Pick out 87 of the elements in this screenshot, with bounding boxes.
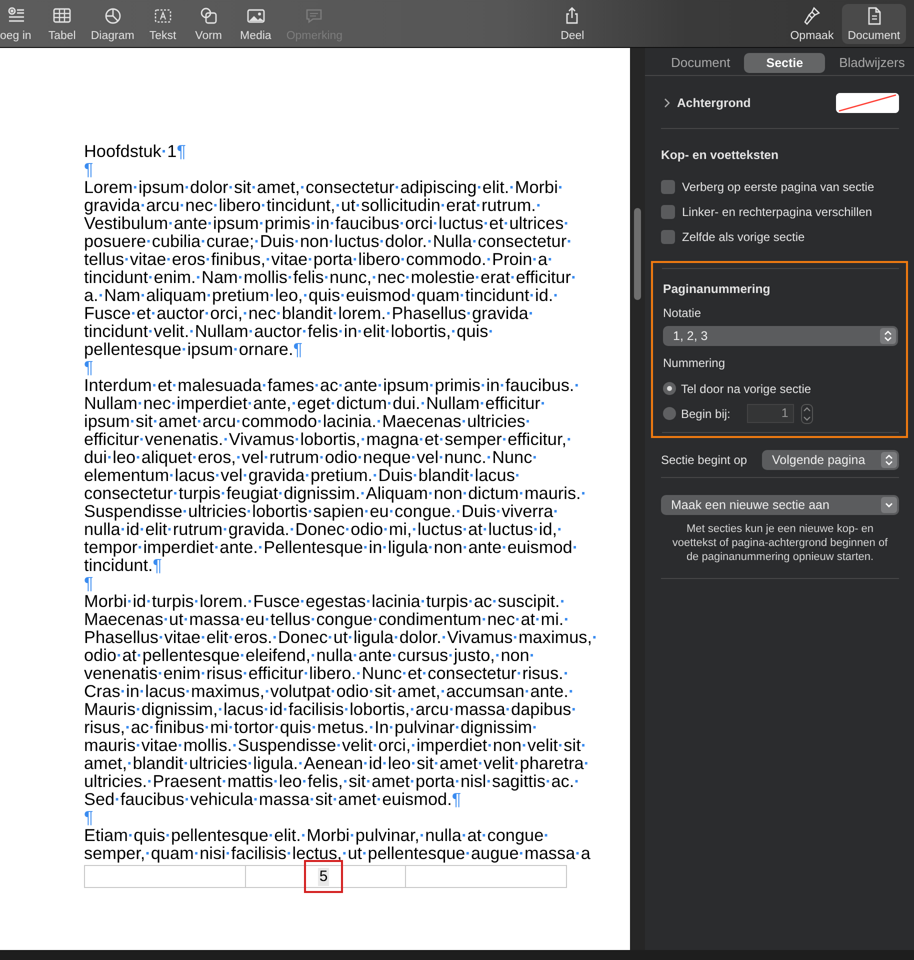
- toolbar-button[interactable]: Media: [240, 0, 272, 47]
- text-line: Suspendisse·ultricies·lobortis·sapien·eu·congue.·Duis·viverra·: [84, 502, 560, 520]
- radio-label: Tel door na vorige sectie: [681, 382, 812, 396]
- text-line: tincidunt·enim.·Nam·mollis·felis·nunc,·nec·molestie·erat·efficitur·: [84, 268, 578, 286]
- pie-chart-icon: [102, 6, 123, 26]
- text-line: risus,·ac·finibus·mi·tortor·quis·metus.·In·pulvinar·dignissim·: [84, 718, 538, 736]
- radio-button[interactable]: [663, 407, 676, 420]
- radio-button[interactable]: [663, 382, 676, 395]
- popup-value: Volgende pagina: [772, 453, 866, 467]
- text-line: ultricies.·Praesent·mattis·leo·felis,·sit·amet·porta·nisl·sagittis·ac.·: [84, 772, 580, 790]
- stepper-icon: [880, 328, 896, 344]
- text-line: pellentesque·ipsum·ornare.¶: [84, 340, 304, 358]
- text-line: semper,·quam·nisi·facilisis·lectus,·ut·pellentesque·augue·massa·a: [84, 844, 592, 862]
- text-line: Nullam·nec·imperdiet·ante,·eget·dictum·dui.·Nullam·efficitur·: [84, 394, 548, 412]
- scrollbar-thumb[interactable]: [634, 208, 641, 300]
- toolbar-button[interactable]: Document: [842, 4, 906, 44]
- toolbar-button[interactable]: Tabel: [48, 0, 76, 47]
- text-line: Mauris·dignissim,·lacus·id·facilisis·lobortis,·arcu·massa·dapibus·: [84, 700, 578, 718]
- text-line: odio·at·pellentesque·eleifend,·nulla·ante·cursus·justo,·non·: [84, 646, 536, 664]
- popup-value: 1, 2, 3: [673, 329, 708, 343]
- field-label: Notatie: [663, 306, 702, 320]
- checkbox-label: Zelfde als vorige sectie: [682, 230, 805, 244]
- checkbox[interactable]: [661, 230, 675, 244]
- text-line: Phasellus·vitae·elit·eros.·Donec·ut·ligula·dolor.·Vivamus·maximus,·: [84, 628, 599, 646]
- text-line: venenatis·enim·risus·efficitur·libero.·Nunc·et·consectetur·risus.·: [84, 664, 570, 682]
- stepper-icon: [881, 452, 897, 468]
- text-line: dui·leo·aliquet·eros,·vel·rutrum·odio·neque·vel·nunc.·Nunc·: [84, 448, 538, 466]
- text-line: ¶: [84, 808, 94, 826]
- help-text: Met secties kun je een nieuwe kop- en voettekst of pagina-achtergrond beginnen of de paginanummering opnieuw starten.: [671, 522, 889, 564]
- text-line: amet,·blandit·ultricies·ligula.·Aenean·id·leo·sit·amet·velit·pharetra·: [84, 754, 591, 772]
- toolbar-button[interactable]: Tekst: [149, 0, 176, 47]
- toolbar-button[interactable]: Diagram: [90, 0, 134, 47]
- text-line: efficitur·venenatis.·Vivamus·lobortis,·magna·et·semper·efficitur,·: [84, 430, 574, 448]
- text-line: Morbi·id·turpis·lorem.·Fusce·egestas·lacinia·turpis·ac·suscipit.·: [84, 592, 567, 610]
- toolbar-button[interactable]: oeg in: [0, 0, 32, 47]
- popup-value: Maak een nieuwe sectie aan: [671, 498, 830, 512]
- section-title: Paginanummering: [663, 282, 772, 296]
- inspector-tab[interactable]: Bladwijzers: [825, 53, 914, 72]
- stepper-icon[interactable]: [801, 404, 814, 424]
- checkbox[interactable]: [661, 204, 675, 218]
- checkbox[interactable]: [661, 180, 675, 194]
- text-line: ¶: [84, 358, 94, 376]
- field-label: Nummering: [663, 356, 726, 370]
- section-start-popup[interactable]: Volgende pagina: [762, 450, 899, 470]
- section-title: Kop- en voetteksten: [661, 148, 780, 162]
- text-line: posuere·cubilia·curae;·Duis·non·luctus·dolor.·Nulla·consectetur·: [84, 232, 574, 250]
- text-line: mauris·vitae·mollis.·Suspendisse·velit·orci,·imperdiet·non·velit·sit·: [84, 736, 588, 754]
- text-line: Cras·in·lacus·maximus,·volutpat·odio·sit·amet,·accumsan·ante.·: [84, 682, 576, 700]
- no-fill-swatch[interactable]: [836, 93, 899, 113]
- text-line: consectetur·turpis·feugiat·dignissim.·Aliquam·non·dictum·mauris.·: [84, 484, 588, 502]
- format-popup[interactable]: 1, 2, 3: [663, 326, 898, 346]
- checkbox-label: Verberg op eerste pagina van sectie: [682, 180, 874, 194]
- text-line: a.·Nam·aliquam·pretium·leo,·quis·euismod·quam·tincidunt·id.·: [84, 286, 560, 304]
- text-line: Etiam·quis·pellentesque·elit.·Morbi·pulvinar,·nulla·at·congue·: [84, 826, 550, 844]
- chevron-down-icon: [881, 497, 897, 513]
- text-line: elementum·lacus·vel·gravida·pretium.·Duis·blandit·lacus·: [84, 466, 522, 484]
- checkbox-label: Linker- en rechterpagina verschillen: [682, 204, 872, 218]
- text-line: Sed·faucibus·vehicula·massa·sit·amet·euismod.¶: [84, 790, 462, 808]
- text-line: Vestibulum·ante·ipsum·primis·in·faucibus·orci·luctus·et·ultrices·: [84, 214, 570, 232]
- toolbar-button[interactable]: Vorm: [195, 0, 222, 47]
- radio-label: Begin bij:: [681, 406, 730, 420]
- page-number: 5: [318, 868, 329, 886]
- text-line: Fusce·et·auctor·orci,·nec·blandit·lorem.·Phasellus·gravida·: [84, 304, 536, 322]
- text-line: Interdum·et·malesuada·fames·ac·ante·ipsum·primis·in·faucibus.·: [84, 376, 581, 394]
- text-line: ipsum·sit·amet·arcu·commodo·lacinia.·Maecenas·ultricies·: [84, 412, 532, 430]
- text-line: tellus·vitae·eros·finibus,·vitae·porta·libero·commodo.·Proin·a·: [84, 250, 554, 268]
- toolbar-button[interactable]: Opmaak: [790, 0, 834, 47]
- text-line: nulla·id·elit·rutrum·gravida.·Donec·odio·mi,·luctus·at·luctus·id,·: [84, 520, 564, 538]
- section-label: Achtergrond: [677, 96, 751, 110]
- chevron-right-icon[interactable]: [663, 98, 671, 108]
- text-line: Maecenas·ut·massa·eu·tellus·congue·condimentum·nec·at·mi.·: [84, 610, 570, 628]
- inspector-tab[interactable]: Sectie: [744, 52, 826, 72]
- text-line: ¶: [84, 574, 94, 592]
- toolbar-button[interactable]: Deel: [560, 0, 584, 47]
- text-line: gravida·arcu·nec·libero·tincidunt,·ut·sollicitudin·erat·rutrum.·: [84, 196, 543, 214]
- number-field[interactable]: 1: [747, 404, 794, 423]
- inspector-tab[interactable]: Document: [657, 53, 744, 72]
- text-line: Hoofdstuk·1¶: [84, 142, 187, 160]
- field-label: Sectie begint op: [661, 453, 748, 467]
- text-line: tincidunt.¶: [84, 556, 162, 574]
- text-line: Lorem·ipsum·dolor·sit·amet,·consectetur·adipiscing·elit.·Morbi·: [84, 178, 565, 196]
- text-line: tincidunt·velit.·Nullam·auctor·felis·in·elit·lobortis,·quis·: [84, 322, 494, 340]
- paintbrush-icon: [802, 6, 822, 26]
- text-line: tempor·imperdiet·ante.·Pellentesque·in·ligula·non·ante·euismod·: [84, 538, 580, 556]
- new-section-popup[interactable]: Maak een nieuwe sectie aan: [661, 495, 899, 515]
- shapes-icon: [198, 6, 219, 26]
- text-line: ¶: [84, 160, 94, 178]
